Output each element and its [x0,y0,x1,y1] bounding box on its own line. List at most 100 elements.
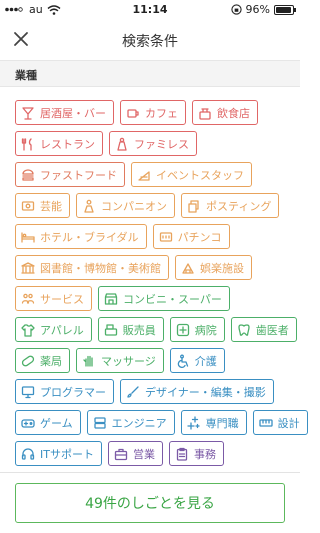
industry-chip[interactable]: コンパニオン [76,193,175,218]
industry-chip[interactable]: 薬局 [15,348,70,373]
industry-chip-label: 病院 [194,323,217,337]
industry-chip-label: 娯楽施設 [200,261,244,275]
industry-chip-label: コンパニオン [101,199,167,213]
industry-chip[interactable]: 芸能 [15,193,70,218]
industry-chip-label: アパレル [40,323,84,337]
page-title: 検索条件 [122,34,178,50]
restaurant-icon [199,107,211,120]
pachinko-icon [159,231,172,242]
tooth-icon [238,323,250,336]
industry-chip[interactable]: イベントスタッフ [131,162,252,187]
industry-chip[interactable]: 歯医者 [230,317,297,342]
industry-chip-label: 専門職 [205,416,239,430]
nav-bar: 検索条件 [0,20,300,60]
people-icon [21,293,35,304]
industry-chip-label: 薬局 [40,354,62,368]
industry-chip-label: 営業 [132,447,155,461]
chip-row: 薬局 マッサージ 介護 [15,348,295,373]
ticket-icon [21,200,35,211]
industry-chip-label: サービス [40,292,84,306]
industry-chip[interactable]: サービス [15,286,92,311]
industry-chip-label: 事務 [193,447,216,461]
sparkle-icon [187,415,200,430]
battery-percent: 96% [245,3,270,16]
brush-icon [127,385,139,398]
industry-chip[interactable]: パチンコ [152,224,230,249]
monitor-icon [21,385,35,398]
industry-chip-label: カフェ [145,106,178,120]
chip-row: サービス コンビニ・スーパー [15,286,295,311]
industry-chip[interactable]: 病院 [169,317,225,342]
wheelchair-icon [177,354,188,368]
industry-chip[interactable]: 販売員 [97,317,164,342]
status-bar: au 11:14 96% [0,0,300,20]
industry-chip[interactable]: ITサポート [15,441,102,466]
industry-chip[interactable]: 図書館・博物館・美術館 [15,255,169,280]
industry-chip[interactable]: 介護 [169,348,225,373]
industry-chip[interactable]: 営業 [107,441,163,466]
industry-chip-label: マッサージ [101,354,156,368]
flag-icon [138,170,150,181]
chip-row: プログラマー デザイナー・編集・撮影 [15,379,295,404]
industry-chip-label: イベントスタッフ [156,168,244,182]
pill-icon [21,355,35,366]
industry-chip-label: パチンコ [177,230,222,244]
clipboard-icon [176,447,188,461]
view-jobs-button[interactable]: 49件のしごとを見る [15,483,285,523]
industry-chip[interactable]: マッサージ [76,348,164,373]
industry-chip[interactable]: コンビニ・スーパー [98,286,230,311]
industry-chip-label: 設計 [277,416,300,430]
ruler-icon [259,418,273,427]
industry-chip[interactable]: デザイナー・編集・撮影 [120,379,274,404]
industry-chip-label: 飲食店 [217,106,250,120]
industry-chip-label: ITサポート [40,447,94,461]
industry-chip-label: ポスティング [206,199,272,213]
industry-chip[interactable]: ホテル・ブライダル [15,224,147,249]
chip-row: 芸能 コンパニオン ポスティング [15,193,295,218]
server-icon [94,416,106,429]
amusement-icon [182,262,194,274]
briefcase-icon [114,448,128,460]
chip-row: ファストフード イベントスタッフ [15,162,295,187]
industry-chip[interactable]: 事務 [168,441,224,466]
shirt-icon [21,323,35,337]
hospital-icon [176,323,189,336]
store-icon [104,292,118,305]
status-right: 96% [230,3,296,16]
industry-chip-label: 図書館・博物館・美術館 [40,261,161,275]
industry-chip[interactable]: 飲食店 [192,100,258,125]
industry-chip-label: デザイナー・編集・撮影 [145,385,266,399]
family-icon [117,137,127,151]
industry-chip-label: 介護 [194,354,217,368]
industry-chip-label: エンジニア [111,416,167,430]
industry-chip-label: ファストフード [40,168,117,182]
industry-chip[interactable]: ゲーム [15,410,81,435]
companion-icon [84,199,94,213]
industry-chip-label: 芸能 [40,199,62,213]
industry-chip[interactable]: 居酒屋・バー [15,100,114,125]
hand-icon [83,355,93,367]
industry-chip[interactable]: ファストフード [15,162,125,187]
fork-knife-icon [21,137,32,151]
industry-chip-label: 居酒屋・バー [40,106,106,120]
industry-chip[interactable]: ポスティング [181,193,280,218]
industry-chip[interactable]: アパレル [15,317,92,342]
chip-row: ホテル・ブライダル パチンコ [15,224,295,249]
industry-chip[interactable]: 設計 [252,410,308,435]
industry-chip[interactable]: プログラマー [15,379,114,404]
industry-chip-list: 居酒屋・バー カフェ 飲食店 レストラン ファミレス ファストフード イベントスタッフ 芸能コ… [15,100,308,503]
industry-chip-label: コンビニ・スーパー [123,292,222,306]
chip-row: ITサポート 営業 事務 [15,441,295,466]
headset-icon [21,447,35,460]
industry-chip[interactable]: 専門職 [180,410,247,435]
industry-chip[interactable]: ファミレス [109,131,197,156]
cash-register-icon [104,323,117,336]
bottom-bar: 49件のしごとを見る [0,472,300,533]
bed-icon [21,231,35,243]
industry-chip[interactable]: レストラン [15,131,103,156]
chip-row: アパレル 販売員 病院 歯医者 [15,317,297,342]
industry-chip[interactable]: 娯楽施設 [175,255,252,280]
industry-chip-label: ホテル・ブライダル [40,230,139,244]
industry-chip[interactable]: エンジニア [86,410,175,435]
industry-chip[interactable]: カフェ [120,100,186,125]
